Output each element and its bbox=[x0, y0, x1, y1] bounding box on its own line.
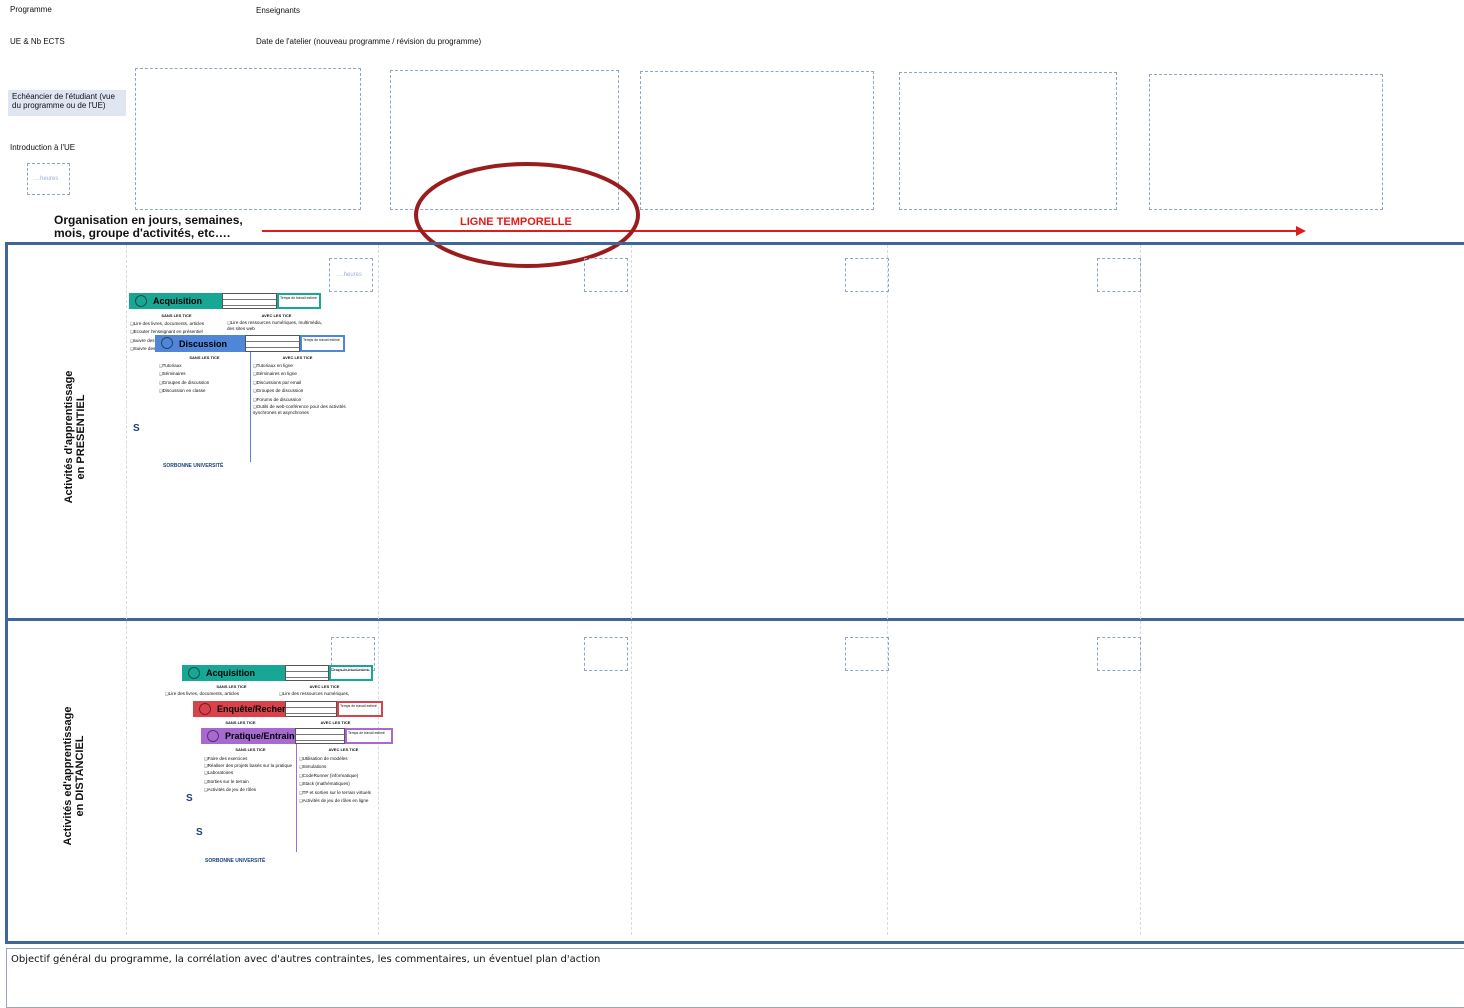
discussion-without-ict: SANS LES TICE bbox=[189, 355, 220, 360]
discussion-title: Discussion bbox=[179, 338, 228, 349]
acquisition-time-tag: Temps de travail estimé bbox=[329, 665, 373, 681]
hours-box[interactable] bbox=[845, 258, 889, 292]
discussion-item: Séminaires bbox=[159, 370, 209, 378]
discussion-item: Discussions par email bbox=[253, 379, 348, 387]
pratique-item: Activités de jeu de rôles bbox=[204, 786, 294, 794]
enquete-with-ict: AVEC LES TICE bbox=[320, 720, 351, 725]
discussion-icon bbox=[161, 337, 173, 349]
discussion-item: Groupes de discussion bbox=[253, 387, 348, 395]
intro-label: Introduction à l'UE bbox=[10, 143, 76, 152]
enquete-without-ict: SANS LES TICE bbox=[225, 720, 256, 725]
date-label: Date de l'atelier (nouveau programme / r… bbox=[256, 37, 482, 46]
column-divider bbox=[1140, 245, 1141, 935]
discussion-card: Discussion Temps de travail estimé SANS … bbox=[155, 335, 355, 480]
objective-text: Objectif général du programme, la corrél… bbox=[11, 954, 601, 965]
discussion-item: Tutoriaux en ligne bbox=[253, 362, 348, 370]
programme-label: Programme bbox=[10, 5, 52, 14]
acquisition-grid bbox=[285, 665, 329, 681]
acquisition-with-ict: AVEC LES TICE bbox=[309, 684, 340, 689]
pratique-item: Utilisation de modèles bbox=[299, 755, 371, 763]
distanciel-title-line-2: en DISTANCIEL bbox=[74, 735, 86, 817]
acquisition-time-tag: Temps de travail estimé bbox=[277, 293, 321, 309]
acquisition-item: Lire des livres, documents, articles bbox=[165, 690, 239, 698]
ue-label: UE & Nb ECTS bbox=[10, 37, 65, 46]
acquisition-icon bbox=[188, 667, 200, 679]
hours-box[interactable] bbox=[584, 637, 628, 671]
pratique-item: Laboratoires bbox=[204, 769, 294, 777]
pratique-grid bbox=[295, 728, 345, 744]
pratique-item: Activités de jeu de rôles en ligne bbox=[299, 797, 371, 805]
enquete-grid bbox=[285, 701, 337, 717]
pratique-time-tag: Temps de travail estimé bbox=[345, 728, 393, 744]
hours-box[interactable] bbox=[584, 258, 628, 292]
objective-box[interactable]: Objectif général du programme, la corrél… bbox=[6, 948, 1464, 1008]
discussion-with-ict: AVEC LES TICE bbox=[282, 355, 313, 360]
sorbonne-logo-small: S bbox=[133, 423, 140, 434]
pratique-header: Pratique/Entrainement bbox=[201, 728, 321, 744]
discussion-item: Discussion en classe bbox=[159, 387, 209, 395]
acquisition-item: Lire des livres, documents, articles bbox=[130, 320, 204, 328]
schedule-box-5[interactable] bbox=[1149, 74, 1383, 210]
acquisition-item: Lire des ressources numériques, multiméd… bbox=[227, 320, 327, 332]
teachers-label: Enseignants bbox=[256, 6, 301, 15]
pratique-item: Faire des exercices bbox=[204, 755, 294, 763]
acquisition-grid bbox=[222, 293, 277, 309]
pratique-item: Stack (mathématiques) bbox=[299, 780, 371, 788]
acquisition-without-ict: SANS LES TICE bbox=[161, 313, 192, 318]
pratique-card: Pratique/Entrainement Temps de travail e… bbox=[201, 728, 396, 864]
organisation-text: Organisation en jours, semaines, mois, g… bbox=[54, 213, 243, 240]
presentiel-title-line-1: Activités d'apprentissage bbox=[63, 370, 75, 504]
distanciel-title-line-1: Activités ed'apprentissage bbox=[62, 706, 74, 846]
discussion-grid bbox=[245, 335, 300, 352]
distanciel-title: Activités ed'apprentissage en DISTANCIEL bbox=[62, 686, 86, 866]
hours-box[interactable]: ….heures bbox=[329, 258, 373, 292]
hours-placeholder: ….heures bbox=[336, 272, 363, 278]
presentiel-title-line-2: en PRESENTIEL bbox=[75, 394, 87, 480]
discussion-item: Groupes de discussion bbox=[159, 379, 210, 387]
acquisition-card-distanciel: Acquisition Temps de travail estimé SANS… bbox=[169, 665, 374, 705]
presentiel-title: Activités d'apprentissage en PRESENTIEL bbox=[63, 352, 87, 522]
discussion-header: Discussion bbox=[155, 335, 245, 352]
pratique-with-ict: AVEC LES TICE bbox=[328, 747, 359, 752]
hours-placeholder: …heures bbox=[34, 176, 59, 182]
sorbonne-logo: SORBONNE UNIVERSITÉ bbox=[163, 463, 224, 469]
pratique-item: CodeRunner (informatique) bbox=[299, 772, 371, 780]
sorbonne-logo: SORBONNE UNIVERSITÉ bbox=[205, 858, 266, 864]
intro-hours-box[interactable]: …heures bbox=[27, 163, 70, 195]
acquisition-title: Acquisition bbox=[206, 668, 255, 678]
acquisition-with-ict: AVEC LES TICE bbox=[261, 313, 292, 318]
schedule-label: Echéancier de l'étudiant (vue du program… bbox=[8, 90, 126, 116]
hours-box[interactable] bbox=[1097, 258, 1141, 292]
hours-box[interactable] bbox=[1097, 637, 1141, 671]
acquisition-icon bbox=[135, 295, 147, 307]
discussion-item: Tutoriaux bbox=[159, 362, 209, 370]
discussion-time-tag: Temps de travail estimé bbox=[300, 335, 345, 352]
pratique-item: Simulations bbox=[299, 763, 371, 771]
enquete-icon bbox=[199, 703, 211, 715]
pratique-icon bbox=[207, 730, 219, 742]
enquete-card: Enquête/Recherche Temps de travail estim… bbox=[193, 701, 385, 731]
discussion-item: Forums de discussion bbox=[253, 396, 348, 404]
pratique-item: TP et sorties sur le terrain virtuels bbox=[299, 789, 371, 797]
sorbonne-logo-small: S bbox=[196, 827, 203, 838]
acquisition-title: Acquisition bbox=[153, 296, 202, 306]
schedule-box-3[interactable] bbox=[640, 71, 874, 210]
sorbonne-logo-small: S bbox=[186, 793, 193, 804]
enquete-header: Enquête/Recherche bbox=[193, 701, 301, 717]
pratique-without-ict: SANS LES TICE bbox=[235, 747, 266, 752]
hours-box[interactable] bbox=[845, 637, 889, 671]
column-divider bbox=[887, 245, 888, 935]
column-divider bbox=[126, 245, 127, 935]
discussion-item: Séminaires en ligne bbox=[253, 370, 348, 378]
acquisition-header: Acquisition bbox=[182, 665, 285, 681]
schedule-box-1[interactable] bbox=[135, 68, 361, 210]
acquisition-item: Lire des ressources numériques, bbox=[279, 690, 350, 698]
discussion-item: Outils de web-conférence pour des activi… bbox=[253, 404, 348, 416]
acquisition-header: Acquisition bbox=[129, 293, 222, 309]
acquisition-without-ict: SANS LES TICE bbox=[216, 684, 247, 689]
column-divider bbox=[631, 245, 632, 935]
schedule-box-4[interactable] bbox=[899, 72, 1117, 210]
pratique-item: Sorties sur le terrain bbox=[204, 778, 294, 786]
enquete-time-tag: Temps de travail estimé bbox=[337, 701, 383, 717]
